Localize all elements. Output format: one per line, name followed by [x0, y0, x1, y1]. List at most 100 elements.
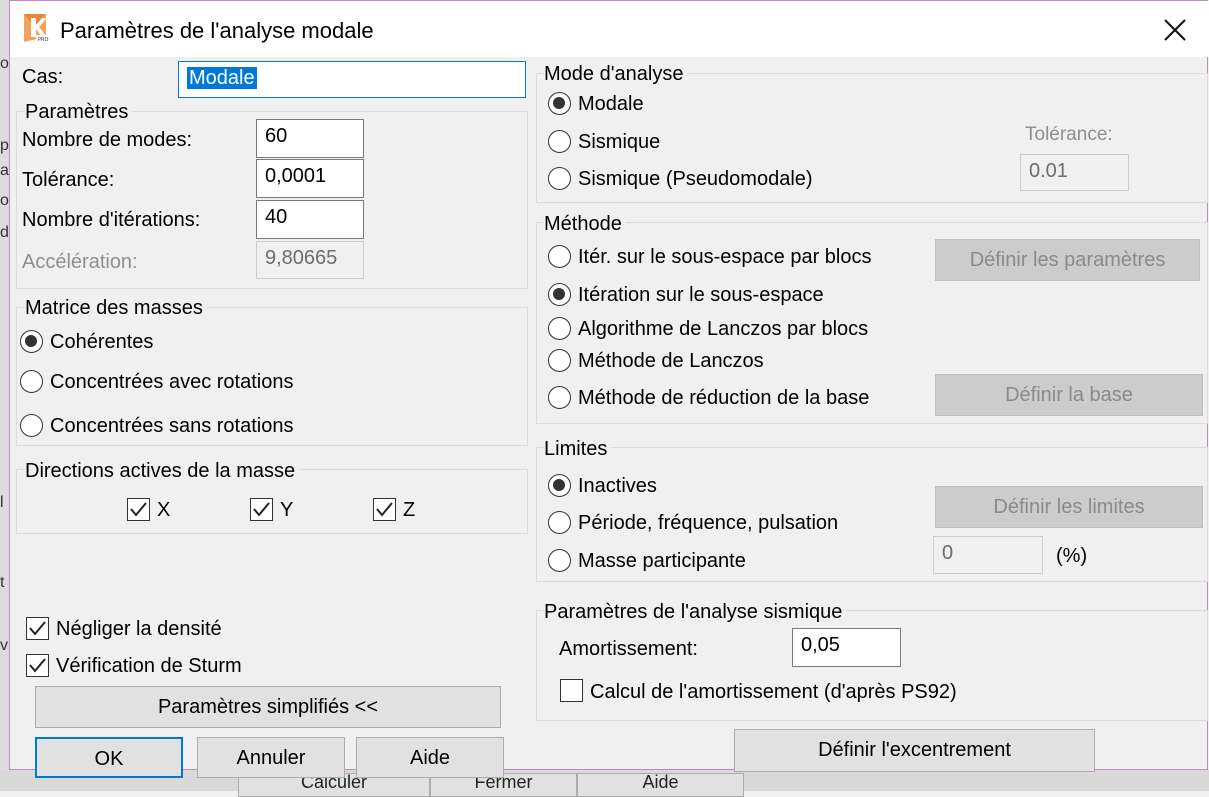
seismic-parameters-group-title: Paramètres de l'analyse sismique [544, 602, 847, 622]
define-parameters-button-label: Définir les paramètres [969, 249, 1166, 271]
simplified-parameters-button[interactable]: Paramètres simplifiés << [35, 686, 501, 728]
limits-inactive-radio[interactable] [548, 474, 571, 497]
iterations-label: Nombre d'itérations: [22, 209, 201, 231]
limits-participating-mass-radio[interactable] [548, 549, 571, 572]
modes-count-input[interactable]: 60 [256, 119, 364, 158]
define-limits-button[interactable]: Définir les limites [935, 486, 1203, 528]
limits-period-label[interactable]: Période, fréquence, pulsation [578, 513, 838, 533]
damping-input[interactable]: 0,05 [792, 628, 901, 667]
method-lanczos-radio[interactable] [548, 349, 571, 372]
tolerance-label: Tolérance: [22, 169, 115, 191]
sturm-check-label[interactable]: Vérification de Sturm [56, 656, 242, 676]
mass-coherent-label[interactable]: Cohérentes [50, 332, 153, 352]
sturm-check-checkbox[interactable] [26, 654, 49, 677]
method-subspace-radio[interactable] [548, 283, 571, 306]
mass-coherent-radio[interactable] [20, 330, 43, 353]
mass-lumped-rotations-radio[interactable] [20, 370, 43, 393]
background-text-fragment: o [0, 192, 9, 209]
define-parameters-button[interactable]: Définir les paramètres [935, 239, 1200, 281]
seismic-tolerance-label: Tolérance: [1025, 124, 1113, 145]
simplified-parameters-button-label: Paramètres simplifiés << [157, 696, 379, 718]
iterations-input[interactable]: 40 [256, 200, 364, 239]
method-block-subspace-label[interactable]: Itér. sur le sous-espace par blocs [578, 247, 871, 267]
analysis-mode-group-title: Mode d'analyse [544, 64, 688, 84]
mode-modal-label[interactable]: Modale [578, 94, 644, 114]
robot-structural-analysis-pro-icon: PRO [24, 14, 50, 43]
participating-mass-input: 0 [933, 536, 1043, 574]
help-button[interactable]: Aide [356, 737, 504, 778]
acceleration-input: 9,80665 [256, 241, 364, 279]
mode-seismic-radio[interactable] [548, 130, 571, 153]
background-help-button[interactable]: Aide [577, 773, 744, 797]
limits-period-radio[interactable] [548, 511, 571, 534]
method-basis-reduction-label[interactable]: Méthode de réduction de la base [578, 388, 869, 408]
mass-matrix-group-title: Matrice des masses [25, 298, 207, 318]
background-window-edge [0, 0, 9, 791]
mass-lumped-no-rotations-label[interactable]: Concentrées sans rotations [50, 416, 293, 436]
method-subspace-label[interactable]: Itération sur le sous-espace [578, 285, 824, 305]
background-text-fragment: p [0, 137, 9, 154]
damping-label: Amortissement: [559, 638, 698, 660]
ignore-density-label[interactable]: Négliger la densité [56, 619, 222, 639]
seismic-tolerance-input: 0.01 [1020, 154, 1129, 191]
acceleration-label: Accélération: [22, 251, 138, 273]
damping-calc-checkbox[interactable] [560, 679, 583, 702]
ok-button[interactable]: OK [35, 737, 183, 778]
direction-z-label[interactable]: Z [403, 500, 415, 520]
ok-button-label: OK [94, 748, 124, 770]
help-button-label: Aide [409, 747, 451, 769]
mass-directions-group-title: Directions actives de la masse [25, 461, 300, 481]
background-text-fragment: o [0, 55, 9, 72]
checkmark-icon [29, 658, 46, 673]
mode-pseudomodal-radio[interactable] [548, 167, 571, 190]
mass-lumped-rotations-label[interactable]: Concentrées avec rotations [50, 372, 293, 392]
method-basis-reduction-radio[interactable] [548, 386, 571, 409]
mode-seismic-label[interactable]: Sismique [578, 132, 660, 152]
cancel-button-label: Annuler [236, 747, 306, 769]
define-eccentricity-button-label: Définir l'excentrement [818, 739, 1011, 761]
cancel-button[interactable]: Annuler [197, 737, 345, 778]
method-group-title: Méthode [544, 214, 626, 234]
define-basis-button[interactable]: Définir la base [935, 374, 1203, 416]
title-bar[interactable]: PRO Paramètres de l'analyse modale [10, 1, 1209, 57]
background-text-fragment: d [0, 224, 9, 241]
checkmark-icon [29, 621, 46, 636]
checkmark-icon [130, 502, 147, 517]
direction-y-label[interactable]: Y [280, 500, 293, 520]
direction-x-checkbox[interactable] [127, 498, 150, 521]
dialog-title: Paramètres de l'analyse modale [60, 18, 374, 43]
svg-text:PRO: PRO [38, 37, 48, 43]
define-eccentricity-button[interactable]: Définir l'excentrement [734, 729, 1095, 772]
limits-inactive-label[interactable]: Inactives [578, 476, 657, 496]
direction-y-checkbox[interactable] [250, 498, 273, 521]
method-block-subspace-radio[interactable] [548, 245, 571, 268]
define-basis-button-label: Définir la base [1005, 384, 1133, 406]
damping-calc-label[interactable]: Calcul de l'amortissement (d'après PS92) [590, 682, 957, 702]
background-text-fragment: t [0, 574, 5, 591]
tolerance-input[interactable]: 0,0001 [256, 159, 364, 198]
method-lanczos-label[interactable]: Méthode de Lanczos [578, 351, 764, 371]
participating-mass-unit: (%) [1056, 545, 1088, 567]
method-block-lanczos-label[interactable]: Algorithme de Lanczos par blocs [578, 319, 868, 339]
limits-group-title: Limites [544, 439, 612, 459]
mode-modal-radio[interactable] [548, 92, 571, 115]
case-input[interactable]: Modale [178, 61, 526, 98]
direction-z-checkbox[interactable] [373, 498, 396, 521]
checkmark-icon [253, 502, 270, 517]
ignore-density-checkbox[interactable] [26, 617, 49, 640]
case-label: Cas: [22, 66, 64, 88]
limits-participating-mass-label[interactable]: Masse participante [578, 551, 746, 571]
mode-pseudomodal-label[interactable]: Sismique (Pseudomodale) [578, 169, 813, 189]
checkmark-icon [376, 502, 393, 517]
background-text-fragment: a [0, 162, 9, 179]
background-text-fragment: v [0, 637, 8, 654]
modal-analysis-dialog: PRO Paramètres de l'analyse modale Cas: … [9, 0, 1209, 778]
parameters-group-title: Paramètres [25, 102, 133, 122]
mass-lumped-no-rotations-radio[interactable] [20, 414, 43, 437]
background-text-fragment: l [0, 494, 4, 511]
close-icon[interactable] [1158, 13, 1192, 47]
method-block-lanczos-radio[interactable] [548, 317, 571, 340]
modes-count-label: Nombre de modes: [22, 129, 193, 151]
case-input-value: Modale [187, 67, 257, 89]
direction-x-label[interactable]: X [157, 500, 170, 520]
